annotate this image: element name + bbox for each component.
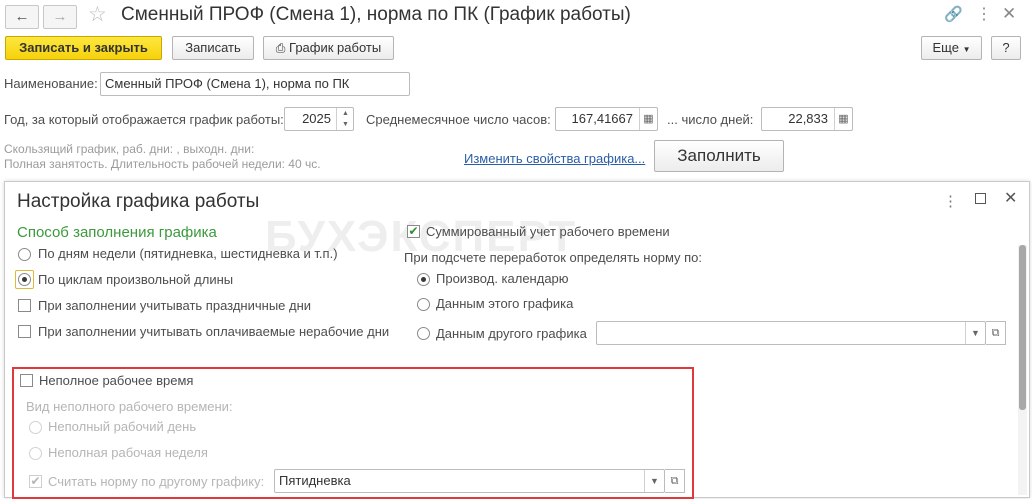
overtime-this-schedule-radio[interactable]	[417, 298, 430, 311]
dialog-more-icon[interactable]: ⋮	[943, 192, 958, 210]
change-properties-link[interactable]: Изменить свойства графика...	[464, 151, 645, 166]
back-button[interactable]: ←	[5, 5, 39, 29]
paid-nonwork-checkbox[interactable]	[18, 325, 31, 338]
overtime-other-schedule-label: Данным другого графика	[436, 326, 587, 341]
holidays-checkbox[interactable]	[18, 299, 31, 312]
overtime-calendar-radio[interactable]	[417, 273, 430, 286]
checkmark-icon: ✔	[30, 474, 41, 488]
year-value: 2025	[302, 111, 331, 126]
open-icon[interactable]: ⧉	[665, 469, 685, 493]
forward-button[interactable]: →	[43, 5, 77, 29]
chevron-down-icon: ▼	[962, 45, 971, 54]
avg-hours-value: 167,41667	[571, 111, 633, 126]
more-button[interactable]: Еще ▼	[921, 36, 982, 60]
part-time-checkbox[interactable]	[20, 374, 33, 387]
fill-method-title: Способ заполнения графика	[17, 224, 217, 241]
norm-other-select[interactable]: Пятидневка	[274, 469, 665, 493]
norm-other-label: Считать норму по другому графику:	[48, 474, 265, 489]
overtime-other-schedule-radio[interactable]	[417, 327, 430, 340]
fill-button[interactable]: Заполнить	[654, 140, 784, 172]
part-time-day-radio[interactable]	[29, 421, 42, 434]
dialog-title: Настройка графика работы	[17, 191, 260, 212]
summarized-label: Суммированный учет рабочего времени	[426, 224, 670, 239]
window-title: Сменный ПРОФ (Смена 1), норма по ПК (Гра…	[121, 4, 631, 25]
overtime-calendar-label: Производ. календарю	[436, 271, 569, 286]
chevron-down-icon[interactable]: ▼	[965, 322, 985, 344]
year-spinner[interactable]: ▲ ▼	[336, 108, 354, 130]
chevron-down-icon[interactable]: ▼	[644, 470, 664, 492]
maximize-icon[interactable]	[975, 193, 986, 204]
part-time-week-label: Неполная рабочая неделя	[48, 445, 208, 460]
save-and-close-button[interactable]: Записать и закрыть	[5, 36, 162, 60]
norm-other-checkbox[interactable]: ✔	[29, 475, 42, 488]
dialog-close-icon[interactable]: ✕	[1004, 188, 1017, 208]
more-button-label: Еще	[932, 40, 959, 55]
year-label: Год, за который отображается график рабо…	[4, 112, 284, 127]
part-time-week-radio[interactable]	[29, 447, 42, 460]
other-schedule-select[interactable]	[596, 321, 986, 345]
name-label: Наименование:	[4, 76, 98, 91]
fill-by-cycles-radio[interactable]	[18, 273, 31, 286]
spin-up-icon[interactable]: ▲	[337, 108, 354, 119]
schedule-settings-dialog: БУХЭКСПЕРТ Настройка графика работы ⋮ ✕ …	[4, 181, 1030, 499]
overtime-title: При подсчете переработок определять норм…	[404, 250, 703, 265]
calculator-icon[interactable]: ▦	[639, 108, 657, 130]
favorite-star-icon[interactable]: ☆	[88, 2, 107, 27]
open-icon[interactable]: ⧉	[986, 321, 1006, 345]
arrow-left-icon: ←	[14, 8, 30, 25]
part-time-day-label: Неполный рабочий день	[48, 419, 197, 434]
days-label: ... число дней:	[667, 112, 754, 127]
days-value: 22,833	[788, 111, 828, 126]
close-icon[interactable]: ✕	[1002, 4, 1016, 24]
spin-down-icon[interactable]: ▼	[337, 119, 354, 130]
calculator-icon[interactable]: ▦	[834, 108, 852, 130]
schedule-hint-line1: Скользящий график, раб. дни: , выходн. д…	[4, 142, 255, 156]
holidays-label: При заполнении учитывать праздничные дни	[38, 298, 312, 313]
link-icon[interactable]: 🔗	[944, 5, 963, 23]
help-button[interactable]: ?	[991, 36, 1021, 60]
more-vertical-icon[interactable]: ⋮	[976, 4, 992, 24]
name-input[interactable]: Сменный ПРОФ (Смена 1), норма по ПК	[100, 72, 410, 96]
summarized-checkbox[interactable]: ✔	[407, 225, 420, 238]
scrollbar-thumb[interactable]	[1019, 245, 1026, 410]
fill-by-weekdays-radio[interactable]	[18, 248, 31, 261]
save-button[interactable]: Записать	[172, 36, 254, 60]
checkmark-icon: ✔	[408, 224, 419, 238]
arrow-right-icon: →	[52, 8, 68, 25]
fill-by-cycles-label: По циклам произвольной длины	[38, 272, 234, 287]
avg-hours-label: Среднемесячное число часов:	[366, 112, 551, 127]
schedule-button-label: График работы	[289, 40, 382, 55]
printer-icon: ⎙	[275, 41, 286, 55]
schedule-button[interactable]: ⎙ График работы	[263, 36, 394, 60]
overtime-this-schedule-label: Данным этого графика	[436, 296, 574, 311]
fill-by-weekdays-label: По дням недели (пятидневка, шестидневка …	[38, 246, 338, 261]
part-time-type-label: Вид неполного рабочего времени:	[26, 399, 233, 414]
paid-nonwork-label: При заполнении учитывать оплачиваемые не…	[38, 324, 390, 339]
schedule-hint-line2: Полная занятость. Длительность рабочей н…	[4, 157, 321, 171]
part-time-label: Неполное рабочее время	[39, 373, 194, 388]
